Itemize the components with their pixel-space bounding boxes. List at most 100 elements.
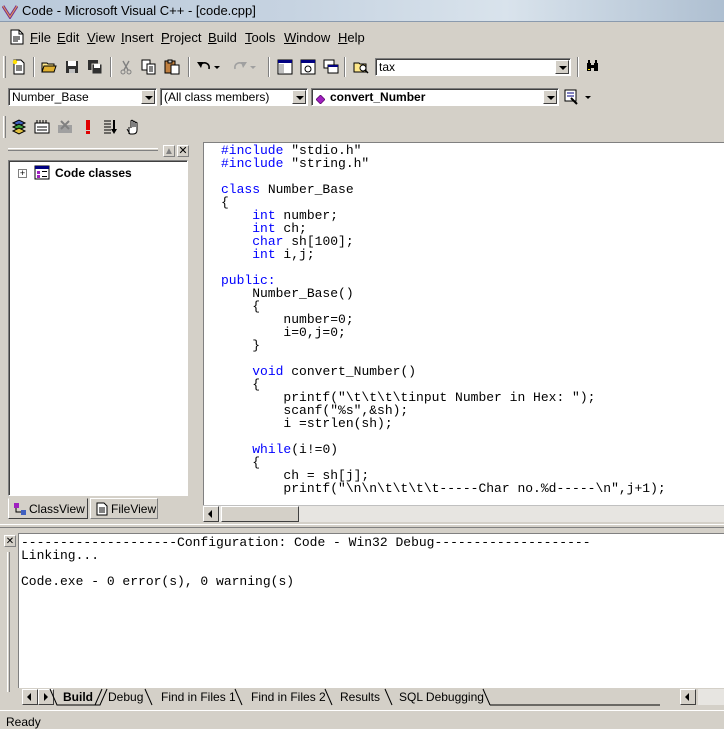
menu-insert[interactable]: Insert	[121, 30, 154, 45]
menu-project[interactable]: Project	[161, 30, 201, 45]
class-combo-value: Number_Base	[12, 90, 89, 104]
classes-folder-icon	[34, 165, 50, 181]
go-icon[interactable]	[100, 117, 120, 137]
wizardbar-dropdown-icon[interactable]	[582, 87, 594, 107]
copy-icon[interactable]	[139, 57, 159, 77]
insert-breakpoint-icon[interactable]	[123, 117, 143, 137]
code-line[interactable]: class Number_Base	[221, 183, 666, 196]
document-icon[interactable]	[10, 29, 24, 45]
output-grip[interactable]	[7, 552, 10, 692]
find-in-files-icon[interactable]	[351, 57, 371, 77]
tab-classview[interactable]: ClassView	[8, 498, 88, 519]
class-combo-dropdown-icon[interactable]	[141, 90, 155, 104]
code-line[interactable]: }	[221, 339, 666, 352]
members-combo[interactable]: convert_Number	[311, 88, 559, 106]
tree-root-label[interactable]: Code classes	[55, 166, 132, 180]
code-token: "string.h"	[283, 156, 370, 171]
wizard-bar: Number_Base (All class members) convert_…	[0, 85, 604, 109]
output-window[interactable]: --------------------Configuration: Code …	[18, 533, 724, 688]
output-close-icon[interactable]: ✕	[4, 535, 16, 547]
cut-icon[interactable]	[116, 57, 136, 77]
window-title: Code - Microsoft Visual C++ - [code.cpp]	[22, 3, 256, 18]
members-combo-value: convert_Number	[330, 90, 426, 104]
code-text[interactable]: #include "stdio.h" #include "string.h" cla…	[221, 144, 666, 495]
workspace-grip[interactable]	[8, 148, 158, 151]
menu-view[interactable]: View	[87, 30, 115, 45]
code-line[interactable]: void convert_Number()	[221, 365, 666, 378]
members-combo-dropdown-icon[interactable]	[543, 90, 557, 104]
tab-fileview-label: FileView	[111, 502, 157, 516]
code-line[interactable]: Number_Base()	[221, 287, 666, 300]
code-line[interactable]	[221, 261, 666, 274]
scroll-left-icon[interactable]	[203, 506, 219, 522]
build-icon[interactable]	[32, 117, 52, 137]
code-token: convert_Number()	[283, 364, 417, 379]
menu-tools[interactable]: Tools	[245, 30, 275, 45]
code-line[interactable]: i=0,j=0;	[221, 326, 666, 339]
code-line[interactable]: printf("\n\n\t\t\t\t-----Char no.%d-----…	[221, 481, 666, 496]
undo-icon[interactable]	[194, 57, 214, 77]
output-line: Linking...	[21, 548, 100, 563]
workspace-maximize-icon[interactable]: ▲	[163, 145, 175, 157]
menu-bar: File Edit View Insert Project Build Tool…	[0, 27, 724, 49]
menu-window[interactable]: Window	[284, 30, 330, 45]
tree-expand-icon[interactable]: +	[18, 169, 27, 178]
class-view-tree[interactable]	[8, 160, 188, 496]
code-token: Number_Base	[260, 182, 354, 197]
filter-combo[interactable]: (All class members)	[160, 88, 308, 106]
menu-build[interactable]: Build	[208, 30, 237, 45]
toolbar-grip[interactable]	[3, 116, 6, 138]
compile-icon[interactable]	[9, 117, 29, 137]
fileview-icon	[95, 502, 109, 516]
menu-file[interactable]: File	[30, 30, 51, 45]
menu-help[interactable]: Help	[338, 30, 365, 45]
save-icon[interactable]	[62, 57, 82, 77]
code-token: printf("\n\n\t\t\t\t-----Char no.%d-----…	[221, 481, 666, 496]
code-line[interactable]: while(i!=0)	[221, 443, 666, 456]
code-keyword: int	[252, 247, 276, 262]
redo-icon[interactable]	[230, 57, 250, 77]
code-line[interactable]: int i,j;	[221, 248, 666, 261]
filter-combo-value: (All class members)	[164, 90, 270, 104]
undo-dropdown-icon[interactable]	[212, 57, 222, 77]
scroll-thumb[interactable]	[221, 506, 299, 522]
save-all-icon[interactable]	[85, 57, 105, 77]
toolbar-grip[interactable]	[3, 56, 6, 78]
tab-fileview[interactable]: FileView	[90, 498, 158, 519]
code-token: }	[221, 338, 261, 353]
class-combo[interactable]: Number_Base	[8, 88, 157, 106]
wizardbar-actions-icon[interactable]	[562, 87, 582, 107]
code-token: i =strlen(sh);	[221, 416, 393, 431]
output-text: --------------------Configuration: Code …	[21, 536, 591, 588]
filter-combo-dropdown-icon[interactable]	[292, 90, 306, 104]
code-editor[interactable]: #include "stdio.h" #include "string.h" cla…	[203, 142, 724, 505]
find-combo[interactable]: tax	[375, 58, 571, 76]
new-text-file-icon[interactable]	[9, 57, 29, 77]
redo-dropdown-icon[interactable]	[248, 57, 258, 77]
stop-build-icon[interactable]	[55, 117, 75, 137]
execute-icon[interactable]	[78, 117, 98, 137]
code-line[interactable]: i =strlen(sh);	[221, 417, 666, 430]
pane-splitter[interactable]	[0, 524, 724, 528]
tab-classview-label: ClassView	[29, 502, 85, 516]
status-bar: Ready	[0, 710, 724, 729]
visual-cpp-app-icon[interactable]	[1, 3, 19, 20]
code-token: (i!=0)	[291, 442, 339, 457]
code-keyword: #include	[221, 156, 284, 171]
menu-edit[interactable]: Edit	[57, 30, 79, 45]
find-icon[interactable]	[583, 57, 603, 77]
title-bar[interactable]: Code - Microsoft Visual C++ - [code.cpp]	[0, 0, 724, 22]
workspace-icon[interactable]	[275, 57, 295, 77]
output-icon[interactable]	[298, 57, 318, 77]
code-line[interactable]: #include "string.h"	[221, 157, 666, 170]
find-combo-dropdown-icon[interactable]	[555, 60, 569, 74]
code-token: i,j;	[275, 247, 315, 262]
standard-toolbar: tax	[0, 53, 608, 81]
editor-horizontal-scrollbar[interactable]	[203, 505, 724, 522]
window-list-icon[interactable]	[321, 57, 341, 77]
workspace-close-icon[interactable]: ✕	[177, 145, 189, 157]
open-folder-icon[interactable]	[39, 57, 59, 77]
build-toolbar	[0, 113, 150, 141]
paste-icon[interactable]	[162, 57, 182, 77]
